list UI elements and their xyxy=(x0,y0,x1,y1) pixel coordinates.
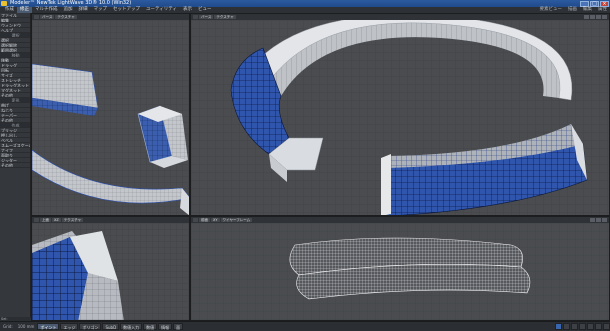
rotate-view-icon[interactable] xyxy=(590,15,595,19)
view-type-select[interactable]: 前面 xyxy=(199,218,210,222)
shading-select[interactable]: ワイヤーフレーム xyxy=(220,218,253,222)
viewport-maximize-icon[interactable] xyxy=(34,218,39,222)
viewport-bottom-right[interactable]: 前面 XY ワイヤーフレーム xyxy=(190,216,610,321)
view-type-select[interactable]: バース xyxy=(199,15,214,19)
layer-4-button[interactable] xyxy=(579,323,586,330)
viewport-top-right[interactable]: バース テクスチャ xyxy=(190,13,610,216)
layer-1-button[interactable] xyxy=(555,323,562,330)
mode-button[interactable]: ポイント xyxy=(37,323,60,330)
front-view-wireframe xyxy=(191,223,609,320)
window-controls: _ □ × xyxy=(580,0,609,7)
viewport-maximize-icon[interactable] xyxy=(193,218,198,222)
bottom-toolbar: Grid: 100 mm ポイント エッジ ポリゴン SubD 数値入力 数値 情報面 xyxy=(0,321,610,331)
window-title: Modeler™ NewTek LightWave 3D® 10.0 (Win3… xyxy=(10,0,132,6)
perspective-bracelet-view xyxy=(191,20,609,215)
mode-button[interactable]: 数値入力 xyxy=(120,323,143,330)
tool-sidebar: ファイル 編集 ウィンドウ ヘルプ 選択 選択 選択解除 範囲選択 移動 移動 ドラッグ 回転 サイズス… xyxy=(0,13,31,321)
grid-value: 100 mm xyxy=(17,324,35,329)
viewport-top-left[interactable]: バース テクスチャ xyxy=(31,13,190,216)
viewport-header: 上面 XZ テクスチャ xyxy=(32,217,189,223)
mode-button[interactable]: ポリゴン xyxy=(79,323,102,330)
maximize-button[interactable]: □ xyxy=(590,0,599,7)
close-button[interactable]: × xyxy=(600,0,609,7)
zoom-view-icon[interactable] xyxy=(596,218,601,222)
maximize-view-icon[interactable] xyxy=(602,218,607,222)
shading-select[interactable]: テクスチャ xyxy=(55,15,77,19)
viewport-header: バース テクスチャ xyxy=(191,14,609,20)
viewport-bottom-left[interactable]: 上面 XZ テクスチャ xyxy=(31,216,190,321)
sidebar-tool-button[interactable]: その他 xyxy=(0,163,30,168)
move-view-icon[interactable] xyxy=(590,218,595,222)
grid-label: Grid: xyxy=(3,324,13,329)
top-view-mesh xyxy=(32,223,189,320)
layer-2-button[interactable] xyxy=(563,323,570,330)
app-icon xyxy=(1,1,7,6)
layer-7-button[interactable] xyxy=(603,323,610,330)
layer-5-button[interactable] xyxy=(587,323,594,330)
layer-3-button[interactable] xyxy=(571,323,578,330)
viewport-maximize-icon[interactable] xyxy=(193,15,198,19)
view-type-select[interactable]: バース xyxy=(40,15,55,19)
mode-button[interactable]: SubD xyxy=(102,323,120,330)
mode-button[interactable]: エッジ xyxy=(60,323,79,330)
axis-label: XY xyxy=(211,218,220,222)
shading-select[interactable]: テクスチャ xyxy=(214,15,236,19)
move-view-icon[interactable] xyxy=(584,15,589,19)
maximize-view-icon[interactable] xyxy=(602,15,607,19)
perspective-mesh-view xyxy=(32,20,189,215)
viewport-maximize-icon[interactable] xyxy=(34,15,39,19)
mode-button[interactable]: 情報 xyxy=(158,323,173,330)
shading-select[interactable]: テクスチャ xyxy=(61,218,84,222)
viewport-header: 前面 XY ワイヤーフレーム xyxy=(191,217,609,223)
mode-button[interactable]: 数値 xyxy=(143,323,158,330)
zoom-view-icon[interactable] xyxy=(596,15,601,19)
viewport-header: バース テクスチャ xyxy=(32,14,189,20)
view-type-select[interactable]: 上面 xyxy=(40,218,51,222)
minimize-button[interactable]: _ xyxy=(580,0,589,7)
mode-button[interactable]: 面 xyxy=(173,323,184,330)
axis-label: XZ xyxy=(52,218,61,222)
title-bar: Modeler™ NewTek LightWave 3D® 10.0 (Win3… xyxy=(0,0,610,7)
layer-6-button[interactable] xyxy=(595,323,602,330)
viewport-tools xyxy=(584,15,609,19)
viewport-tools xyxy=(590,218,609,222)
